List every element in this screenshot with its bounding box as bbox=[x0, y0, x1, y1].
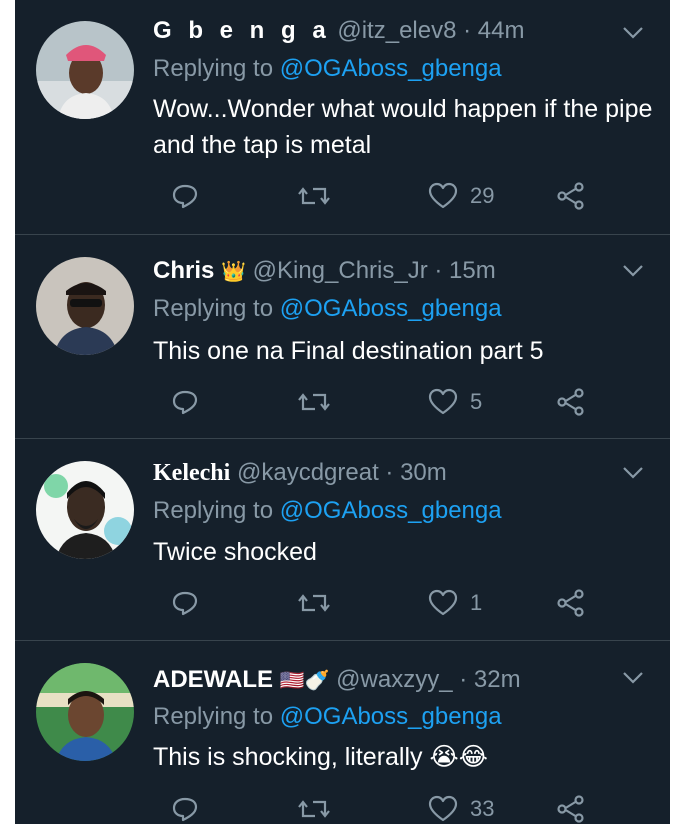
reply-tweet[interactable]: G b e n g a @itz_elev8 · 44m Replying to… bbox=[15, 0, 670, 234]
chevron-down-icon[interactable] bbox=[621, 670, 645, 686]
avatar[interactable] bbox=[36, 21, 134, 119]
heart-icon bbox=[428, 388, 458, 415]
retweet-button[interactable] bbox=[298, 179, 330, 213]
reply-tweet[interactable]: Kelechi @kaycdgreat · 30m Replying to @O… bbox=[15, 439, 670, 640]
replying-to-handle[interactable]: @OGAboss_gbenga bbox=[280, 703, 502, 730]
reply-button[interactable] bbox=[171, 792, 199, 824]
replying-to-handle[interactable]: @OGAboss_gbenga bbox=[280, 55, 502, 82]
like-button[interactable]: 33 bbox=[428, 792, 494, 824]
retweet-button[interactable] bbox=[298, 792, 330, 824]
replying-to-handle[interactable]: @OGAboss_gbenga bbox=[280, 497, 502, 524]
crown-emoji: 👑 bbox=[221, 261, 246, 283]
retweet-icon bbox=[298, 800, 330, 818]
like-count: 29 bbox=[470, 183, 495, 208]
reply-icon bbox=[172, 390, 198, 415]
replying-to: Replying to @OGAboss_gbenga bbox=[153, 703, 502, 730]
reply-header: G b e n g a @itz_elev8 · 44m bbox=[153, 16, 524, 46]
heart-icon bbox=[428, 795, 458, 822]
tweet-actions: 33 bbox=[153, 792, 653, 824]
reply-button[interactable] bbox=[171, 586, 199, 620]
display-name[interactable]: ADEWALE bbox=[153, 666, 273, 693]
retweet-button[interactable] bbox=[298, 586, 330, 620]
retweet-icon bbox=[298, 594, 330, 612]
avatar[interactable] bbox=[36, 461, 134, 559]
share-button[interactable] bbox=[556, 179, 586, 213]
reply-tweet[interactable]: Chris 👑 @King_Chris_Jr · 15m Replying to… bbox=[15, 235, 670, 438]
retweet-icon bbox=[298, 393, 330, 411]
user-handle[interactable]: @kaycdgreat bbox=[237, 459, 379, 486]
user-handle[interactable]: @King_Chris_Jr bbox=[253, 257, 428, 284]
share-button[interactable] bbox=[556, 385, 586, 419]
replies-feed: G b e n g a @itz_elev8 · 44m Replying to… bbox=[15, 0, 670, 824]
reply-header: ADEWALE 🇺🇸🍼 @waxzyy_ · 32m bbox=[153, 665, 521, 696]
heart-icon bbox=[428, 589, 458, 616]
reply-header: Chris 👑 @King_Chris_Jr · 15m bbox=[153, 256, 496, 287]
timestamp[interactable]: · 32m bbox=[459, 666, 520, 693]
like-button[interactable]: 5 bbox=[428, 385, 482, 419]
share-icon bbox=[557, 589, 584, 617]
share-button[interactable] bbox=[556, 792, 586, 824]
reply-icon bbox=[172, 591, 198, 616]
like-count: 5 bbox=[470, 389, 483, 414]
flag-bottle-emoji: 🇺🇸🍼 bbox=[279, 670, 330, 692]
reply-icon bbox=[172, 797, 198, 822]
display-name[interactable]: Kelechi bbox=[153, 460, 230, 486]
tweet-text: This is shocking, literally 😭😂 bbox=[153, 743, 488, 771]
share-icon bbox=[557, 388, 584, 416]
chevron-down-icon[interactable] bbox=[621, 25, 645, 41]
timestamp[interactable]: · 30m bbox=[385, 459, 446, 486]
heart-icon bbox=[428, 182, 458, 209]
replying-to: Replying to @OGAboss_gbenga bbox=[153, 295, 502, 322]
display-name[interactable]: Chris bbox=[153, 257, 214, 284]
reply-header: Kelechi @kaycdgreat · 30m bbox=[153, 458, 447, 488]
retweet-button[interactable] bbox=[298, 385, 330, 419]
tweet-text: This one na Final destination part 5 bbox=[153, 337, 544, 365]
replying-to: Replying to @OGAboss_gbenga bbox=[153, 55, 502, 82]
tweet-actions: 5 bbox=[153, 385, 653, 419]
avatar[interactable] bbox=[36, 663, 134, 761]
tweet-text: Twice shocked bbox=[153, 538, 317, 566]
like-button[interactable]: 29 bbox=[428, 179, 494, 213]
reply-button[interactable] bbox=[171, 385, 199, 419]
user-handle[interactable]: @itz_elev8 bbox=[337, 17, 456, 44]
reply-icon bbox=[172, 184, 198, 209]
replying-to-handle[interactable]: @OGAboss_gbenga bbox=[280, 295, 502, 322]
replying-to: Replying to @OGAboss_gbenga bbox=[153, 497, 502, 524]
chevron-down-icon[interactable] bbox=[621, 465, 645, 481]
share-button[interactable] bbox=[556, 586, 586, 620]
share-icon bbox=[557, 182, 584, 210]
user-handle[interactable]: @waxzyy_ bbox=[336, 666, 452, 693]
like-button[interactable]: 1 bbox=[428, 586, 482, 620]
tweet-actions: 29 bbox=[153, 179, 653, 213]
timestamp[interactable]: · 44m bbox=[463, 17, 524, 44]
reply-button[interactable] bbox=[171, 179, 199, 213]
avatar[interactable] bbox=[36, 257, 134, 355]
tweet-actions: 1 bbox=[153, 586, 653, 620]
like-count: 33 bbox=[470, 796, 495, 821]
like-count: 1 bbox=[470, 590, 483, 615]
share-icon bbox=[557, 795, 584, 823]
reply-tweet[interactable]: ADEWALE 🇺🇸🍼 @waxzyy_ · 32m Replying to @… bbox=[15, 641, 670, 824]
retweet-icon bbox=[298, 187, 330, 205]
timestamp[interactable]: · 15m bbox=[434, 257, 495, 284]
tweet-text: Wow...Wonder what would happen if the pi… bbox=[153, 95, 653, 159]
chevron-down-icon[interactable] bbox=[621, 263, 645, 279]
display-name[interactable]: G b e n g a bbox=[153, 17, 331, 44]
